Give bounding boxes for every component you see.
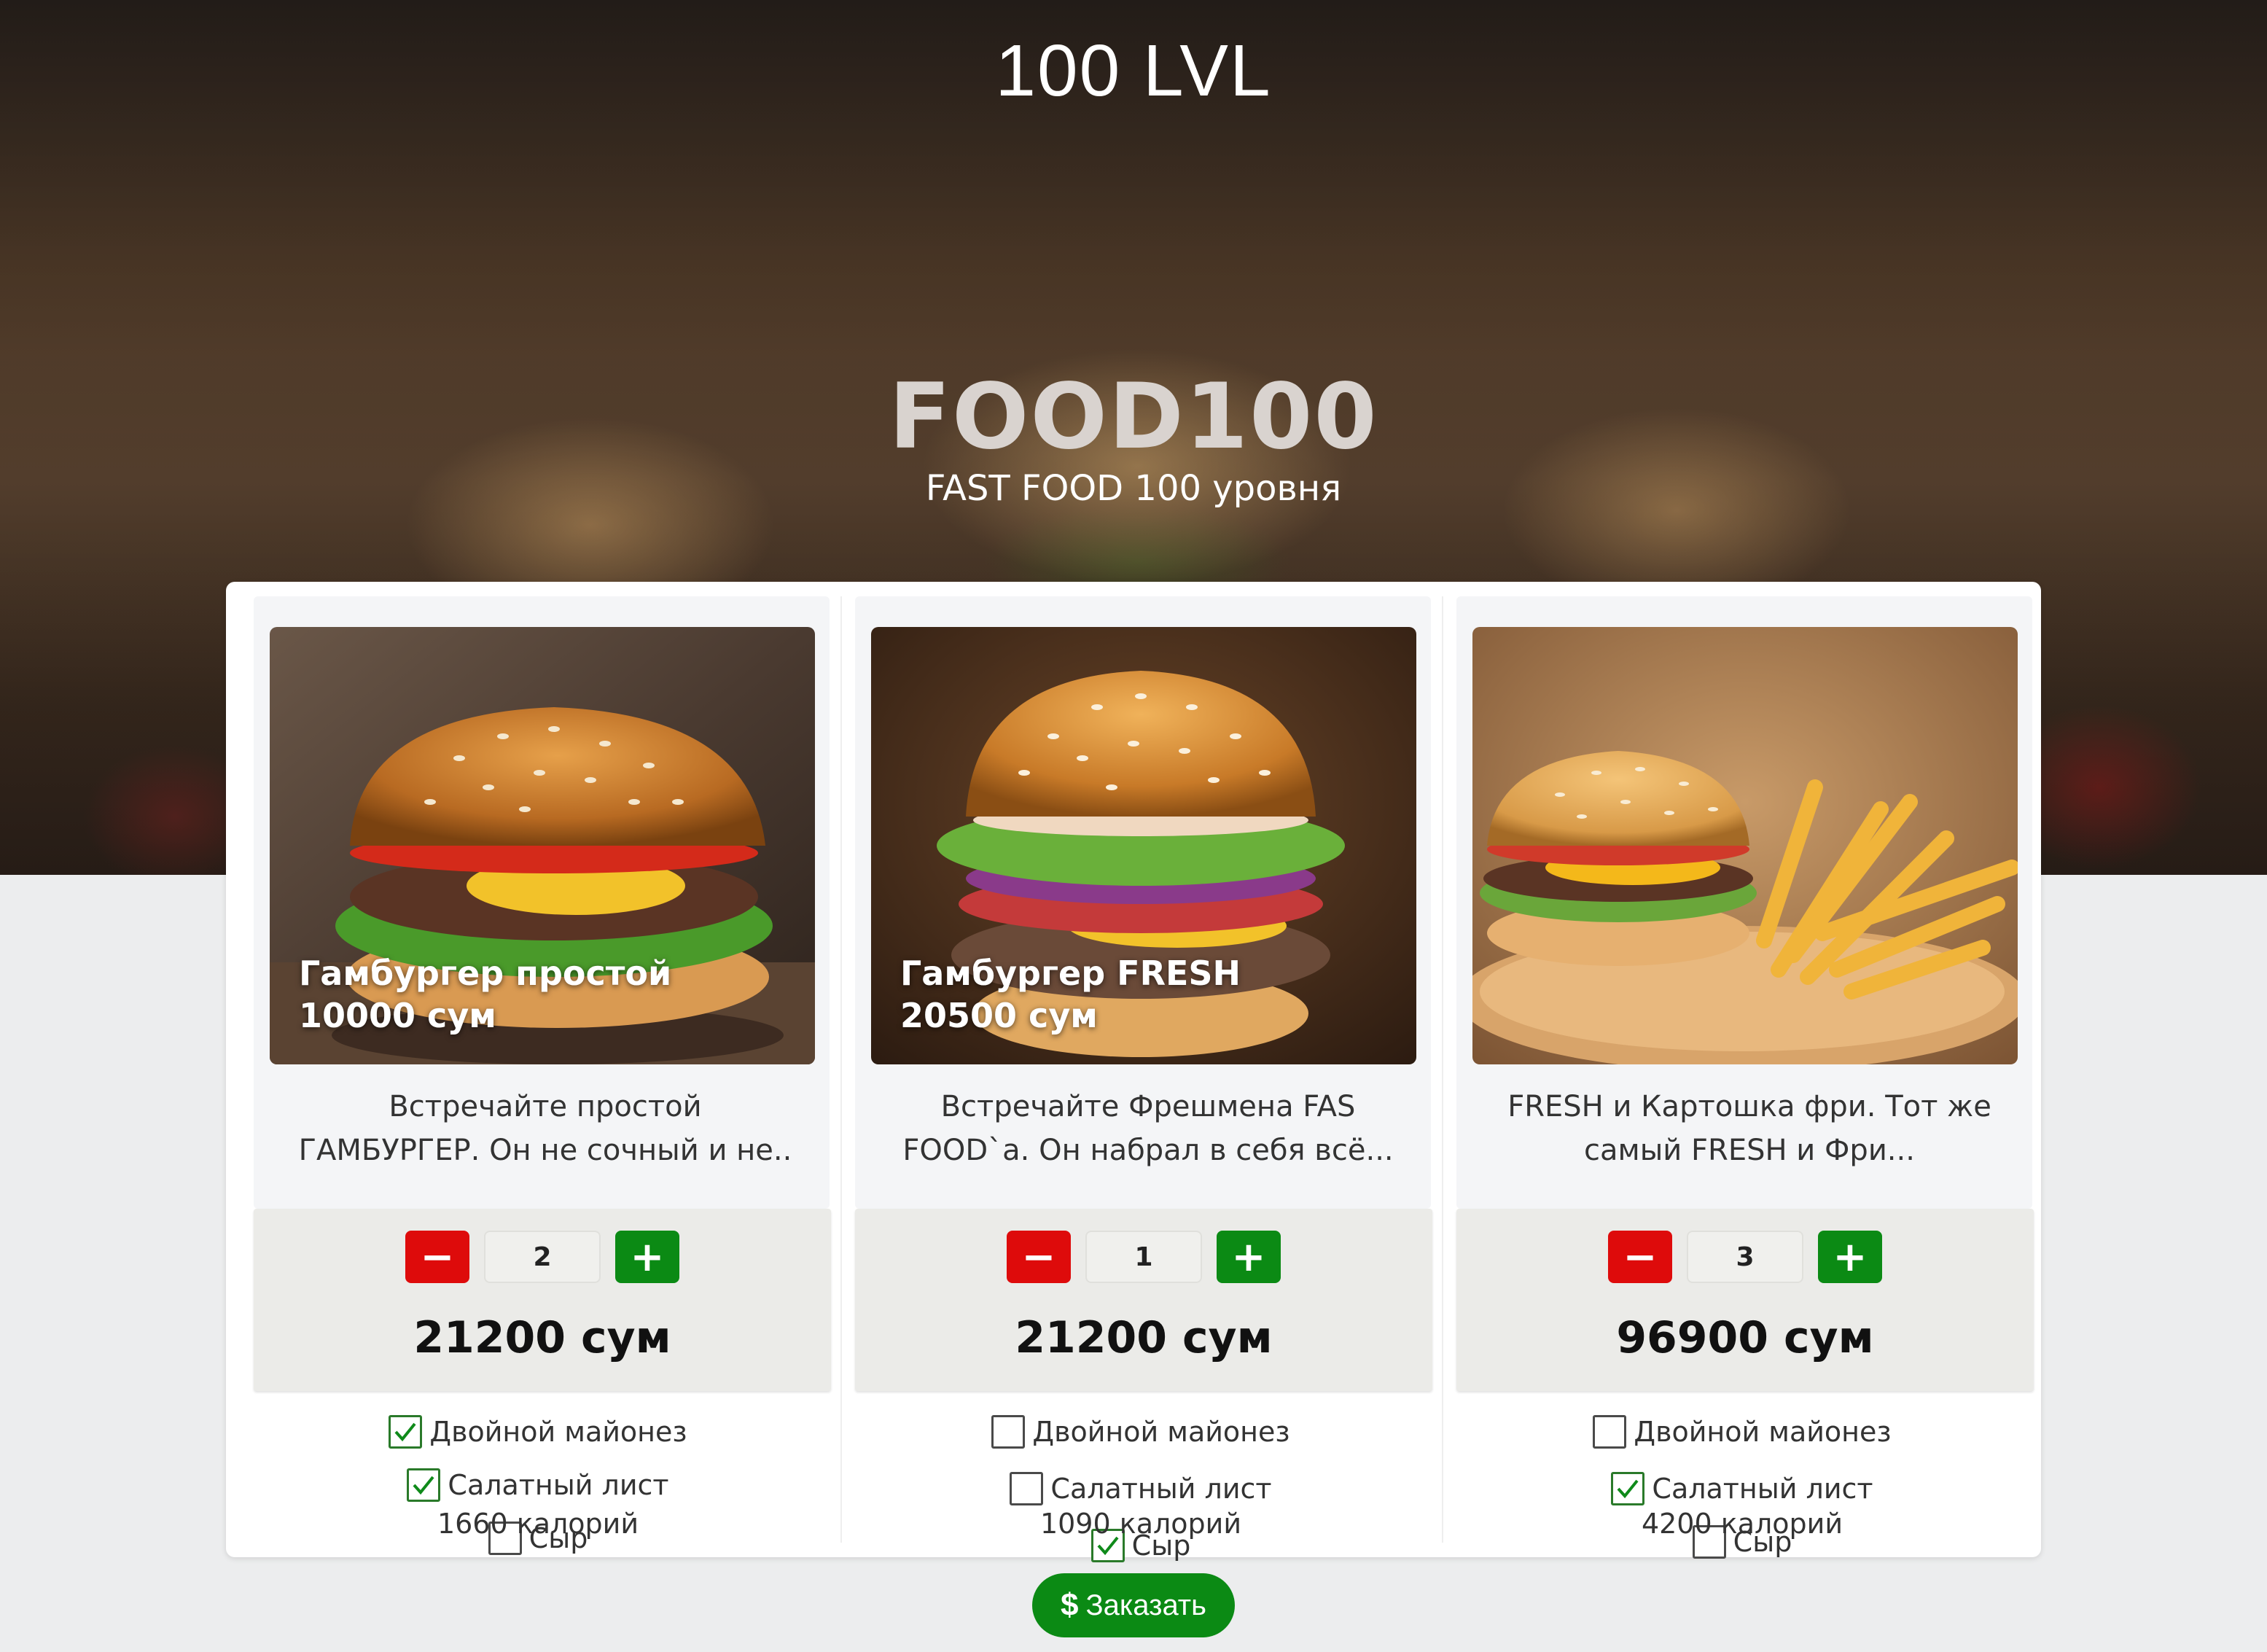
description-line: FRESH и Картошка фри. Тот же <box>1507 1090 1991 1123</box>
option-lettuce[interactable]: Салатный лист <box>1611 1464 1873 1513</box>
product-card: FRESH и Картошка фри. Тот же самый FRESH… <box>1442 596 2034 1559</box>
product-card: Гамбургер FRESH 20500 сум Встречайте Фре… <box>840 596 1432 1562</box>
increase-button[interactable]: + <box>615 1231 679 1283</box>
calories: 4200 калорий <box>1641 1508 1843 1540</box>
extras-options: Двойной майонез Салатный лист Сыр <box>1451 1407 2034 1574</box>
quantity-stepper: − 1 + <box>855 1231 1432 1283</box>
calories: 1090 калорий <box>1039 1508 1242 1540</box>
option-lettuce[interactable]: Салатный лист <box>407 1460 669 1510</box>
order-button-label: Заказать <box>1085 1589 1206 1621</box>
description-line: ГАМБУРГЕР. Он не сочный и не.. <box>298 1134 792 1167</box>
check-icon <box>1617 1479 1639 1499</box>
product-image <box>1472 627 2018 1064</box>
product-name: Гамбургер FRESH <box>900 954 1241 993</box>
quantity-stepper: − 3 + <box>1456 1231 2034 1283</box>
option-label: Двойной майонез <box>1634 1416 1892 1448</box>
page-title: FOOD100 <box>889 365 1378 470</box>
product-description: FRESH и Картошка фри. Тот же самый FRESH… <box>1472 1085 2026 1172</box>
checkbox-checked[interactable] <box>407 1468 441 1502</box>
quantity-field[interactable]: 2 <box>484 1231 601 1283</box>
description-line: FOOD`а. Он набрал в себя всё... <box>902 1134 1394 1167</box>
option-double-mayo[interactable]: Двойной майонез <box>1593 1407 1892 1457</box>
checkbox-checked[interactable] <box>389 1415 423 1449</box>
order-controls: − 3 + 96900 сум <box>1456 1209 2034 1391</box>
product-name: Гамбургер простой <box>299 954 672 993</box>
quantity-field[interactable]: 3 <box>1687 1231 1803 1283</box>
total-price: 21200 сум <box>413 1312 671 1363</box>
checkbox-checked[interactable] <box>1611 1472 1645 1505</box>
checkbox-unchecked[interactable] <box>991 1415 1026 1449</box>
brand-logo[interactable]: 100 LVL <box>0 29 2267 113</box>
product-caption: Гамбургер простой 10000 сум <box>299 952 671 1037</box>
decrease-button[interactable]: − <box>1007 1231 1071 1283</box>
product-list: Гамбургер простой 10000 сум Встречайте п… <box>226 582 2041 1562</box>
quantity-field[interactable]: 1 <box>1085 1231 1202 1283</box>
calories: 1660 калорий <box>437 1508 639 1540</box>
order-controls: − 2 + 21200 сум <box>254 1209 831 1391</box>
extras-options: Двойной майонез Салатный лист Сыр <box>849 1407 1432 1574</box>
order-controls: − 1 + 21200 сум <box>855 1209 1432 1391</box>
total-price: 96900 сум <box>1616 1312 1874 1363</box>
checkbox-unchecked[interactable] <box>1010 1472 1044 1505</box>
option-label: Салатный лист <box>1050 1473 1272 1505</box>
description-line: Встречайте простой <box>389 1090 702 1123</box>
product-caption: Гамбургер FRESH 20500 сум <box>900 952 1241 1037</box>
product-image: Гамбургер простой 10000 сум <box>270 627 815 1064</box>
increase-button[interactable]: + <box>1818 1231 1882 1283</box>
checkbox-unchecked[interactable] <box>1593 1415 1627 1449</box>
option-label: Салатный лист <box>448 1469 669 1501</box>
total-price: 21200 сум <box>1015 1312 1273 1363</box>
description-line: самый FRESH и Фри... <box>1584 1134 1915 1167</box>
decrease-button[interactable]: − <box>1608 1231 1672 1283</box>
product-card: Гамбургер простой 10000 сум Встречайте п… <box>239 596 831 1555</box>
product-base-price: 20500 сум <box>900 996 1098 1035</box>
description-line: Встречайте Фрешмена FAS <box>940 1090 1356 1123</box>
option-double-mayo[interactable]: Двойной майонез <box>991 1407 1290 1457</box>
dollar-icon: $ <box>1061 1587 1079 1623</box>
extras-options: Двойной майонез Салатный лист Сыр <box>246 1407 830 1570</box>
check-icon <box>394 1422 416 1442</box>
product-description: Встречайте Фрешмена FAS FOOD`а. Он набра… <box>871 1085 1425 1172</box>
product-description: Встречайте простой ГАМБУРГЕР. Он не сочн… <box>268 1085 822 1172</box>
burger-fries-photo <box>1472 627 2018 1064</box>
quantity-stepper: − 2 + <box>254 1231 831 1283</box>
option-label: Двойной майонез <box>1032 1416 1290 1448</box>
product-image: Гамбургер FRESH 20500 сум <box>871 627 1416 1064</box>
decrease-button[interactable]: − <box>405 1231 469 1283</box>
product-base-price: 10000 сум <box>299 996 496 1035</box>
increase-button[interactable]: + <box>1217 1231 1281 1283</box>
order-button[interactable]: $ Заказать <box>1032 1573 1235 1637</box>
option-lettuce[interactable]: Салатный лист <box>1010 1464 1272 1513</box>
page-subtitle: FAST FOOD 100 уровня <box>925 468 1342 509</box>
check-icon <box>413 1476 434 1495</box>
option-label: Салатный лист <box>1652 1473 1873 1505</box>
option-label: Двойной майонез <box>429 1416 687 1448</box>
option-double-mayo[interactable]: Двойной майонез <box>389 1407 687 1457</box>
